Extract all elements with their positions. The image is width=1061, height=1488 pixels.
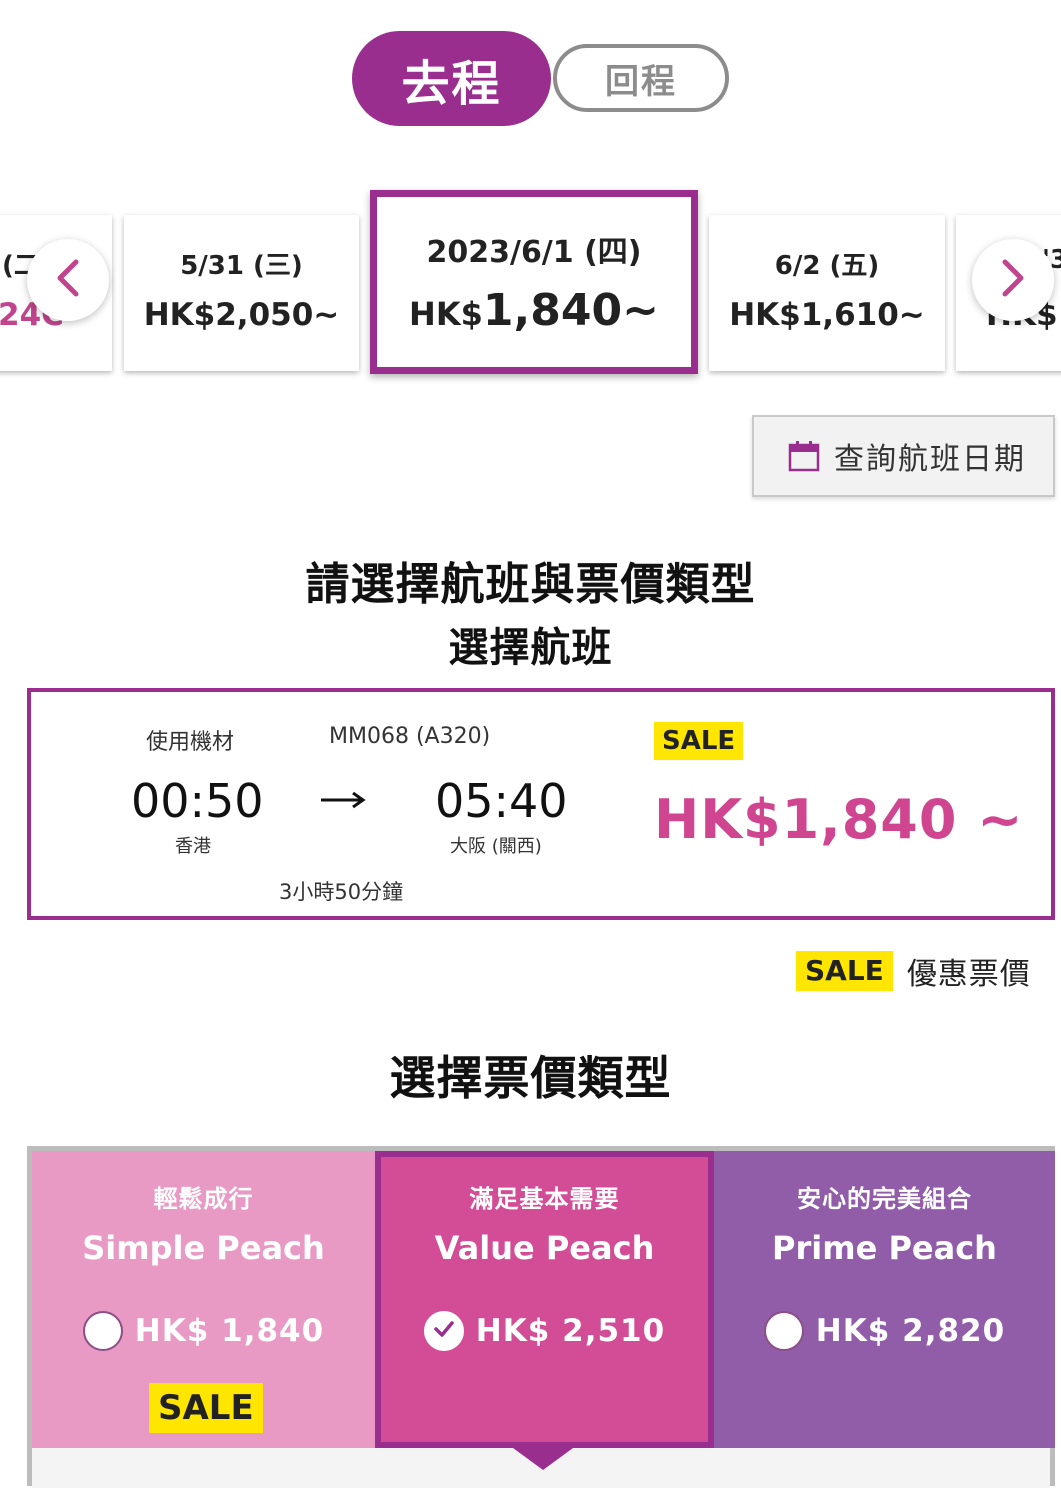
equipment-label: 使用機材 <box>146 730 235 755</box>
date-card-date: 6/2 (五) <box>774 251 880 281</box>
fare-radio[interactable] <box>763 1311 804 1351</box>
price-currency: HK$ <box>409 295 483 333</box>
date-card-price: HK$1,840~ <box>377 285 691 336</box>
fare-name: Prime Peach <box>772 1229 997 1267</box>
outbound-tab[interactable]: 去程 <box>352 31 551 126</box>
departure-time: 00:50 <box>131 774 264 828</box>
date-card-selected[interactable]: 2023/6/1 (四) HK$1,840~ <box>370 190 698 374</box>
chevron-left-icon <box>54 258 82 302</box>
chevron-right-icon <box>999 258 1027 302</box>
fare-type-table: 輕鬆成行 Simple Peach HK$ 1,840 SALE 滿足基本需要 … <box>27 1146 1055 1488</box>
fare-radio-row: HK$ 2,820 <box>714 1311 1055 1351</box>
arrow-right-icon <box>319 788 367 812</box>
date-card-6-2[interactable]: 6/2 (五) HK$1,610~ <box>709 215 945 371</box>
fare-radio[interactable] <box>82 1311 123 1351</box>
arrival-city: 大阪 (關西) <box>450 836 542 857</box>
fare-price: HK$ 2,820 <box>815 1313 1006 1349</box>
checkmark-icon <box>431 1316 457 1346</box>
fare-tagline: 安心的完美組合 <box>797 1185 972 1213</box>
fare-tagline: 滿足基本需要 <box>469 1185 620 1213</box>
fare-name: Value Peach <box>434 1229 655 1267</box>
date-card-5-31[interactable]: 5/31 (三) HK$2,050~ <box>124 215 359 371</box>
flight-price: HK$1,840 ~ <box>654 788 1024 851</box>
sale-legend: SALE 優惠票價 <box>796 949 1031 993</box>
page-title: 請選擇航班與票價類型 <box>305 559 756 610</box>
date-card-price: HK$1,610~ <box>729 297 925 333</box>
calendar-icon <box>788 440 820 472</box>
fare-price: HK$ 1,840 <box>134 1313 325 1349</box>
sale-badge: SALE <box>149 1383 263 1433</box>
date-card-date: 2023/6/1 (四) <box>426 235 642 270</box>
arrival-time: 05:40 <box>435 774 568 828</box>
trip-toggle: 去程 回程 <box>0 0 1061 140</box>
fare-option-prime-peach[interactable]: 安心的完美組合 Prime Peach HK$ 2,820 <box>714 1151 1055 1448</box>
search-flight-dates-label: 查詢航班日期 <box>834 442 1026 477</box>
select-flight-heading: 選擇航班 <box>448 625 613 671</box>
return-tab[interactable]: 回程 <box>553 44 729 112</box>
select-fare-heading: 選擇票價類型 <box>389 1051 672 1105</box>
date-card-price: HK$2,050~ <box>143 297 340 333</box>
carousel-prev-button[interactable] <box>27 239 109 321</box>
sale-badge: SALE <box>796 951 893 991</box>
sale-legend-label: 優惠票價 <box>906 957 1031 992</box>
date-card-date: 5/31 (三) <box>180 251 303 281</box>
sale-badge: SALE <box>654 722 744 760</box>
flight-number: MM068 (A320) <box>329 724 491 749</box>
fare-option-value-peach[interactable]: 滿足基本需要 Value Peach HK$ 2,510 <box>375 1151 714 1448</box>
price-amount: 1,840~ <box>482 285 659 336</box>
fare-name: Simple Peach <box>82 1229 325 1267</box>
fare-radio-row: HK$ 1,840 <box>32 1311 375 1351</box>
flight-card[interactable]: 使用機材 MM068 (A320) 00:50 香港 05:40 大阪 (關西)… <box>27 688 1055 920</box>
selected-fare-pointer <box>513 1448 573 1470</box>
carousel-next-button[interactable] <box>972 239 1054 321</box>
fare-radio-row: HK$ 2,510 <box>381 1311 708 1351</box>
flight-duration: 3小時50分鐘 <box>279 880 404 904</box>
fare-radio-checked[interactable] <box>423 1311 464 1351</box>
fare-price: HK$ 2,510 <box>475 1313 666 1349</box>
departure-city: 香港 <box>175 836 211 857</box>
fare-tagline: 輕鬆成行 <box>153 1185 254 1213</box>
search-flight-dates-button[interactable]: 查詢航班日期 <box>752 415 1055 497</box>
fare-option-simple-peach[interactable]: 輕鬆成行 Simple Peach HK$ 1,840 SALE <box>32 1151 375 1448</box>
